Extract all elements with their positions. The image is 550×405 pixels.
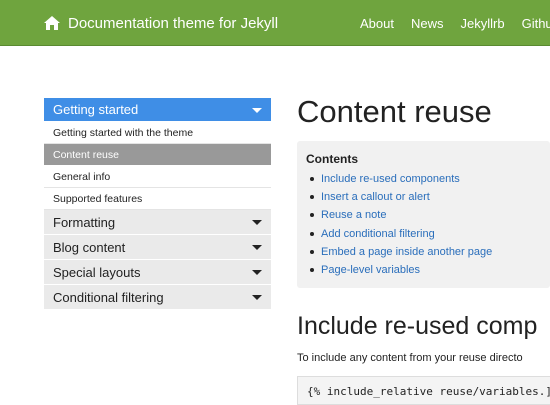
- sidebar-item-getting-started-with-the-theme[interactable]: Getting started with the theme: [44, 122, 271, 144]
- sidebar-section-getting-started[interactable]: Getting started: [44, 98, 271, 122]
- bullet-icon: [310, 195, 314, 200]
- table-of-contents: Contents Include re-used components Inse…: [297, 141, 550, 288]
- sidebar-section-blog-content[interactable]: Blog content: [44, 235, 271, 260]
- main-content: Content reuse Contents Include re-used c…: [297, 0, 550, 405]
- caret-down-icon: [252, 220, 262, 225]
- sidebar-section-formatting[interactable]: Formatting: [44, 210, 271, 235]
- sidebar-item-content-reuse[interactable]: Content reuse: [44, 144, 271, 166]
- bullet-icon: [310, 213, 314, 218]
- caret-down-icon: [252, 107, 262, 113]
- code-block: {% include_relative reuse/variables.]: [297, 376, 550, 405]
- toc-link-label: Insert a callout or alert: [321, 191, 430, 204]
- sidebar-item-label: Content reuse: [53, 148, 119, 161]
- brand-title: Documentation theme for Jekyll: [68, 14, 279, 32]
- bullet-icon: [310, 249, 314, 254]
- toc-link-label: Reuse a note: [321, 209, 387, 222]
- sidebar-item-label: General info: [53, 170, 111, 183]
- body-paragraph: To include any content from your reuse d…: [297, 352, 523, 364]
- toc-link-reuse-a-note[interactable]: Reuse a note: [310, 206, 492, 224]
- bullet-icon: [310, 231, 314, 236]
- toc-link-embed-a-page[interactable]: Embed a page inside another page: [310, 243, 492, 261]
- home-icon: [44, 16, 60, 30]
- toc-link-insert-a-callout-or-alert[interactable]: Insert a callout or alert: [310, 188, 492, 206]
- toc-title: Contents: [306, 152, 358, 166]
- toc-link-add-conditional-filtering[interactable]: Add conditional filtering: [310, 225, 492, 243]
- toc-link-label: Include re-used components: [321, 173, 460, 186]
- brand-link[interactable]: Documentation theme for Jekyll: [44, 0, 278, 46]
- sidebar-section-conditional-filtering[interactable]: Conditional filtering: [44, 285, 271, 310]
- sidebar-section-label: Conditional filtering: [53, 289, 164, 305]
- sidebar-item-supported-features[interactable]: Supported features: [44, 188, 271, 210]
- sidebar-item-label: Getting started with the theme: [53, 126, 194, 139]
- toc-link-include-re-used-components[interactable]: Include re-used components: [310, 170, 492, 188]
- sidebar-item-label: Supported features: [53, 192, 143, 205]
- sidebar-section-label: Special layouts: [53, 264, 141, 280]
- toc-link-label: Page-level variables: [321, 264, 421, 277]
- sidebar-item-general-info[interactable]: General info: [44, 166, 271, 188]
- caret-down-icon: [252, 295, 262, 300]
- toc-link-page-level-variables[interactable]: Page-level variables: [310, 261, 492, 279]
- page-title: Content reuse: [297, 94, 492, 129]
- section-heading: Include re-used comp: [297, 312, 538, 340]
- sidebar-section-label: Getting started: [53, 102, 139, 117]
- toc-link-label: Embed a page inside another page: [321, 245, 493, 258]
- bullet-icon: [310, 268, 314, 273]
- toc-link-label: Add conditional filtering: [321, 227, 435, 240]
- caret-down-icon: [252, 245, 262, 250]
- toc-list: Include re-used components Insert a call…: [310, 170, 492, 279]
- bullet-icon: [310, 177, 314, 182]
- sidebar-section-special-layouts[interactable]: Special layouts: [44, 260, 271, 285]
- caret-down-icon: [252, 270, 262, 275]
- sidebar-section-label: Formatting: [53, 214, 116, 230]
- sidebar-section-label: Blog content: [53, 239, 126, 255]
- sidebar-nav: Getting started Getting started with the…: [44, 98, 271, 310]
